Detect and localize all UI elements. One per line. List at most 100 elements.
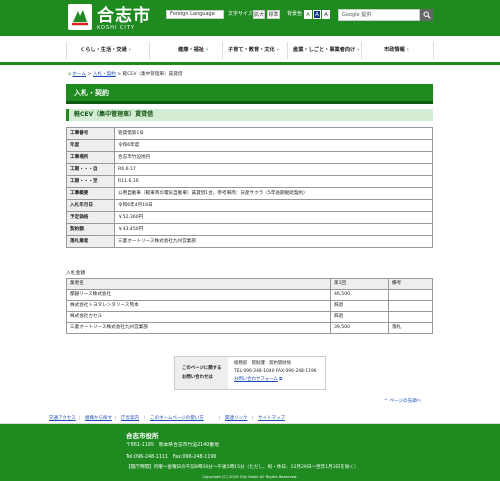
nav-item-health[interactable]: 健康・福祉 › xyxy=(178,47,208,54)
row-key: 工事概要 xyxy=(66,187,115,200)
city-logo[interactable] xyxy=(68,4,92,30)
footer-link-access[interactable]: 交通アクセス xyxy=(49,416,76,422)
chevron-right-icon: › xyxy=(205,47,209,53)
contract-info-table: 工事番号 管貸借第1号 年度 令和6年度 工事場所 合志市竹迫地内 工期・・・自 R6.… xyxy=(66,127,433,248)
bid-note: 落札 xyxy=(388,322,433,334)
row-key: 工期・・・至 xyxy=(66,175,115,188)
global-nav: くらし・生活・交通 › 健康・福祉 › 子育て・教育・文化 › 産業・しごと・事業者向… xyxy=(0,36,500,65)
row-value: 令和6年度 xyxy=(114,139,433,152)
search-button[interactable] xyxy=(420,9,433,21)
column-header: 第1回 xyxy=(330,278,389,290)
bid-amount: 46,500 xyxy=(330,289,389,301)
footer-tel: Tel:096-248-1111 Fax:096-248-1196 xyxy=(126,455,217,460)
table-row: 工事場所 合志市竹迫地内 xyxy=(66,151,433,164)
row-value: ￥52,360円 xyxy=(114,211,433,224)
table-row: 都銀リース株式会社 46,500 xyxy=(66,289,433,301)
nav-item-city-info[interactable]: 市政情報 › xyxy=(384,47,409,54)
bidder-name: 株式会社トヨタレンタリース熊本 xyxy=(66,300,331,312)
bg-color-blue-button[interactable]: A xyxy=(313,10,321,19)
search-input[interactable]: Google 提供 xyxy=(338,9,420,21)
footer-hours: 【開庁時間】月曜～金曜日の午前8時30分～午後5時15分（ただし、祝・休日、12… xyxy=(126,465,359,470)
site-footer: 合志市役所 〒861-1195 熊本県合志市竹迫2140番地 Tel:096-2… xyxy=(0,424,500,481)
contact-label-line2: お問い合わせは xyxy=(182,374,213,380)
row-key: 工事場所 xyxy=(66,151,115,164)
footer-link-organization[interactable]: 組織から探す xyxy=(85,416,112,422)
font-standard-button[interactable]: 標準 xyxy=(267,10,280,19)
row-key: 契約額 xyxy=(66,223,115,236)
footer-link-howto[interactable]: このホームページの使い方 xyxy=(150,416,204,422)
city-emblem-icon xyxy=(72,10,88,26)
row-key: 予定価格 xyxy=(66,211,115,224)
contact-box: このページに関する お問い合わせは 総務部 管財課 契約管財係 TEL:096-… xyxy=(174,356,326,390)
nav-divider xyxy=(149,42,150,59)
bid-note xyxy=(388,289,433,301)
page-title: 入札・契約 xyxy=(66,84,433,104)
footer-link-office[interactable]: 庁舎案内 xyxy=(121,416,139,422)
column-header: 備考 xyxy=(388,278,433,290)
footer-link-related[interactable]: 関連リンク xyxy=(225,416,248,422)
bidder-name: 株式会社カセル xyxy=(66,311,331,323)
nav-item-living[interactable]: くらし・生活・交通 › xyxy=(80,47,131,54)
row-key: 入札年月日 xyxy=(66,199,115,212)
table-row: 予定価格 ￥52,360円 xyxy=(66,211,433,224)
table-row: 株式会社トヨタレンタリース熊本 辞退 xyxy=(66,300,433,312)
contact-tel: TEL:096-248-1040 FAX:096-248-1196 xyxy=(234,369,317,374)
footer-address: 〒861-1195 熊本県合志市竹迫2140番地 xyxy=(126,443,219,448)
page-top-link[interactable]: ^ ページの先頭へ xyxy=(384,399,421,405)
breadcrumb-home[interactable]: ホーム xyxy=(72,72,86,77)
copyright: Copyright (C) 2019 City Koshi All Rights… xyxy=(202,474,298,479)
column-header: 業者名 xyxy=(66,278,331,290)
table-row: 工期・・・自 R6.6.17 xyxy=(66,163,433,176)
bid-caption: 入札金額 xyxy=(66,271,86,276)
contact-details: 総務部 管財課 契約管財係 TEL:096-248-1040 FAX:096-2… xyxy=(234,360,317,384)
nav-item-education[interactable]: 子育て・教育・文化 › xyxy=(228,47,279,54)
page-subtitle: 軽CEV（集中管理車）賃貸借 xyxy=(66,109,433,121)
row-key: 落札業者 xyxy=(66,235,115,248)
footer-link-sitemap[interactable]: サイトマップ xyxy=(258,416,285,422)
footer-link-sep: | xyxy=(219,416,221,421)
bidder-name: 都銀リース株式会社 xyxy=(66,289,331,301)
nav-divider xyxy=(287,42,288,59)
table-row: 工事概要 公用自動車（軽車両の電気自動車）賃貸借1台。参考車両：日産サクラ（5年長… xyxy=(66,187,433,200)
breadcrumb-level1[interactable]: 入札・契約 xyxy=(93,72,116,77)
nav-divider xyxy=(361,42,362,59)
table-row: 落札業者 三菱オートリース株式会社九州営業部 xyxy=(66,235,433,248)
site-header: 合志市 KOSHI CITY Foreign Language 文字サイズ 拡大… xyxy=(0,0,500,36)
row-key: 工期・・・自 xyxy=(66,163,115,176)
bg-color-black-button[interactable]: A xyxy=(322,10,330,19)
table-row: 三菱オートリース株式会社九州営業部 39,500 落札 xyxy=(66,322,433,334)
row-value: 三菱オートリース株式会社九州営業部 xyxy=(114,235,433,248)
table-row: 年度 令和6年度 xyxy=(66,139,433,152)
table-row: 入札年月日 令和6年4月18日 xyxy=(66,199,433,212)
table-row: 工期・・・至 R11.6.16 xyxy=(66,175,433,188)
nav-divider xyxy=(433,42,434,59)
nav-divider xyxy=(66,42,67,59)
language-select[interactable]: Foreign Language xyxy=(166,10,224,19)
bid-amount: 辞退 xyxy=(330,300,389,312)
contact-form-link[interactable]: お問い合わせフォーム xyxy=(234,377,278,382)
footer-link-sep: | xyxy=(115,416,117,421)
bid-note xyxy=(388,311,433,323)
row-value: 令和6年4月18日 xyxy=(114,199,433,212)
bidder-name: 三菱オートリース株式会社九州営業部 xyxy=(66,322,331,334)
chevron-right-icon: › xyxy=(128,47,131,53)
bid-amount: 辞退 xyxy=(330,311,389,323)
font-enlarge-button[interactable]: 拡大 xyxy=(253,10,265,19)
footer-link-sep: | xyxy=(252,416,254,421)
footer-office-name: 合志市役所 xyxy=(126,432,159,440)
breadcrumb: ⌂ ホーム > 入札・契約 > 軽CEV（集中管理車）賃貸借 xyxy=(68,72,182,78)
bg-color-white-button[interactable]: A xyxy=(304,10,312,19)
row-value: ￥43,450円 xyxy=(114,223,433,236)
bg-color-label: 背景色 xyxy=(287,11,303,17)
home-icon: ⌂ xyxy=(68,72,71,77)
table-row: 契約額 ￥43,450円 xyxy=(66,223,433,236)
table-row: 株式会社カセル 辞退 xyxy=(66,311,433,323)
bid-note xyxy=(388,300,433,312)
row-key: 工事番号 xyxy=(66,127,115,140)
nav-item-business[interactable]: 産業・しごと・事業者向け › xyxy=(293,47,359,54)
bid-amount: 39,500 xyxy=(330,322,389,334)
site-name-en: KOSHI CITY xyxy=(97,25,136,31)
row-value: 合志市竹迫地内 xyxy=(114,151,433,164)
nav-divider xyxy=(222,42,223,59)
row-value: 公用自動車（軽車両の電気自動車）賃貸借1台。参考車両：日産サクラ（5年長期継続契… xyxy=(114,187,433,200)
